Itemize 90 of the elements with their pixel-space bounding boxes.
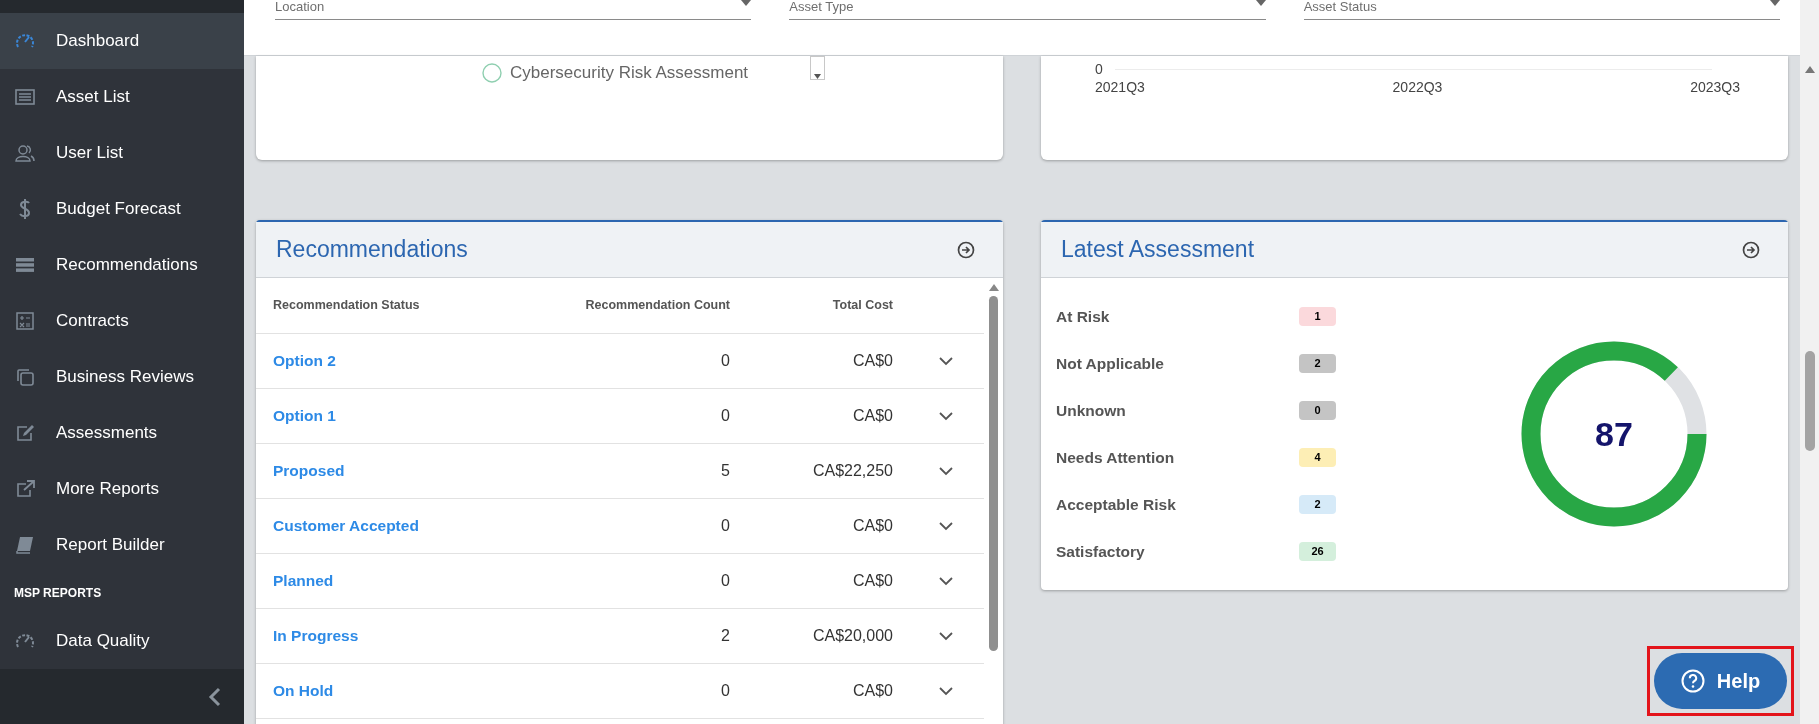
count-badge: 26 (1299, 542, 1336, 561)
chevron-down-icon[interactable] (939, 411, 953, 421)
count-badge: 0 (1299, 401, 1336, 420)
score-value: 87 (1595, 413, 1633, 455)
page-scrollbar-thumb[interactable] (1804, 351, 1815, 451)
scroll-up-arrow-icon[interactable] (1804, 66, 1815, 73)
nav-item[interactable]: Dashboard (0, 13, 244, 70)
count-badge: 2 (1299, 354, 1336, 373)
edit-icon (15, 424, 35, 443)
category-label: At Risk (1056, 306, 1111, 327)
table-cell-text: 2 (720, 626, 730, 646)
calculator-icon (16, 312, 34, 331)
axis-tick-label: 2023Q3 (1690, 78, 1740, 97)
section-heading: MSP REPORTS (13, 585, 103, 603)
table-cell-text: 0 (720, 516, 730, 536)
table-cell-text: 5 (720, 461, 730, 481)
axis-tick-label: 2022Q3 (1392, 78, 1443, 97)
table-cell-text: 0 (720, 406, 730, 426)
column-header: Recommendation Status (272, 297, 421, 315)
dollar-icon (19, 198, 31, 221)
table-cell-text: 0 (720, 681, 730, 701)
nav-item[interactable]: Report Builder (0, 517, 244, 574)
chevron-down-icon[interactable] (939, 631, 953, 641)
nav-item[interactable]: Data Quality (0, 613, 244, 670)
table-cell-text: CA$0 (851, 571, 893, 591)
card-title: Latest Assessment (1061, 235, 1255, 265)
table-cell-text: CA$22,250 (811, 461, 893, 481)
scroll-down-button[interactable] (810, 56, 825, 80)
status-link[interactable]: In Progress (256, 624, 516, 648)
status-link[interactable]: Planned (256, 569, 516, 593)
stacked-bars-icon (15, 257, 35, 274)
dropdown-field[interactable]: Asset Status (1303, 0, 1780, 20)
chevron-down-icon[interactable] (939, 466, 953, 476)
copy-icon (15, 367, 35, 388)
table-cell-text: 0 (720, 351, 730, 371)
axis-tick-label: 2021Q3 (1095, 78, 1145, 97)
chevron-down-icon[interactable] (939, 521, 953, 531)
caret-icon (741, 0, 752, 6)
status-link[interactable]: On Hold (256, 679, 516, 703)
nav-item[interactable]: More Reports (0, 461, 244, 518)
external-link-icon (15, 480, 35, 499)
count-badge: 1 (1299, 307, 1336, 326)
category-label: Unknown (1056, 400, 1127, 421)
count-badge: 2 (1299, 495, 1336, 514)
table-cell-text: CA$0 (851, 351, 893, 371)
nav-item[interactable]: Recommendations (0, 237, 244, 294)
table-cell-text: 0 (720, 571, 730, 591)
collapse-chevron-icon[interactable] (208, 686, 222, 707)
status-link[interactable]: Option 1 (256, 404, 516, 428)
nav-item[interactable]: Assessments (0, 405, 244, 462)
nav-item[interactable]: Budget Forecast (0, 181, 244, 238)
table-cell-text: CA$0 (851, 406, 893, 426)
status-link[interactable]: Option 2 (256, 349, 516, 373)
chevron-down-icon[interactable] (939, 576, 953, 586)
help-button[interactable]: Help (1654, 653, 1787, 709)
card-title: Recommendations (276, 235, 468, 265)
dropdown-field[interactable]: Location (275, 0, 752, 20)
arrow-circle-icon[interactable] (1742, 240, 1760, 259)
category-label: Needs Attention (1056, 447, 1176, 468)
nav-item[interactable]: Asset List (0, 69, 244, 126)
column-header: Recommendation Count (584, 297, 730, 315)
column-header: Total Cost (831, 297, 893, 315)
category-label: Satisfactory (1056, 541, 1146, 562)
axis-tick-label: 0 (1095, 61, 1103, 77)
scroll-up-arrow-icon[interactable] (988, 284, 999, 291)
legend-circle-icon (482, 62, 502, 83)
count-badge: 4 (1299, 448, 1336, 467)
category-label: Acceptable Risk (1056, 494, 1177, 515)
table-cell-text: CA$0 (851, 681, 893, 701)
arrow-circle-icon[interactable] (957, 240, 975, 259)
nav-item[interactable]: Contracts (0, 293, 244, 350)
down-arrow-icon (814, 74, 821, 79)
legend-label: Cybersecurity Risk Assessment (510, 62, 749, 84)
caret-icon (1770, 0, 1780, 6)
chevron-down-icon[interactable] (939, 686, 953, 696)
caret-icon (1255, 0, 1266, 6)
status-link[interactable]: Proposed (256, 459, 516, 483)
list-icon (15, 89, 35, 106)
scrollbar-thumb[interactable] (989, 296, 998, 651)
category-label: Not Applicable (1056, 353, 1165, 374)
nav-item[interactable]: Business Reviews (0, 349, 244, 406)
book-icon (16, 536, 34, 555)
status-link[interactable]: Customer Accepted (256, 514, 516, 538)
dropdown-field[interactable]: Asset Type (789, 0, 1266, 20)
table-cell-text: CA$0 (851, 516, 893, 536)
nav-item[interactable]: User List (0, 125, 244, 182)
chevron-down-icon[interactable] (939, 356, 953, 366)
table-cell-text: CA$20,000 (811, 626, 893, 646)
question-icon (1680, 669, 1705, 693)
users-icon (15, 143, 35, 164)
